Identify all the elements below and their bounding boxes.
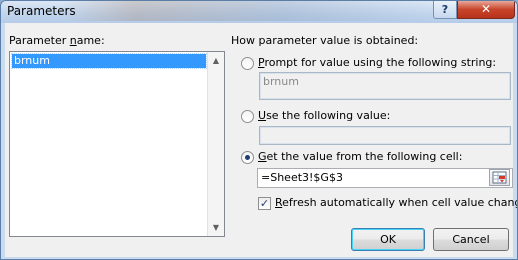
list-item[interactable]: brnum bbox=[11, 53, 207, 69]
title-bar-background bbox=[61, 1, 431, 21]
scroll-up-arrow-icon[interactable]: ▲ bbox=[208, 52, 224, 69]
parameter-list-scrollbar[interactable]: ▲ ▼ bbox=[207, 52, 224, 236]
parameter-list[interactable]: brnum ▲ ▼ bbox=[9, 51, 225, 237]
dialog-body: Parameter name: brnum ▲ ▼ How parameter … bbox=[5, 23, 517, 257]
prompt-string-input[interactable]: brnum bbox=[259, 72, 511, 100]
use-value-input[interactable] bbox=[259, 126, 511, 145]
help-button[interactable]: ? bbox=[433, 1, 457, 19]
refresh-checkbox-label[interactable]: Refresh automatically when cell value ch… bbox=[275, 196, 517, 209]
prompt-radio-label[interactable]: Prompt for value using the following str… bbox=[258, 56, 496, 69]
range-select-button[interactable] bbox=[489, 169, 510, 186]
cell-reference-input[interactable]: =Sheet3!$G$3 bbox=[257, 168, 513, 188]
collapse-dialog-icon bbox=[492, 171, 507, 184]
ok-button[interactable]: OK bbox=[351, 228, 425, 251]
parameter-name-label: Parameter name: bbox=[9, 34, 105, 47]
parameters-dialog: Parameters ? ✕ Parameter name: brnum ▲ ▼… bbox=[0, 0, 518, 260]
value-source-group-label: How parameter value is obtained: bbox=[231, 34, 419, 47]
cancel-button[interactable]: Cancel bbox=[433, 228, 509, 251]
use-value-radio-label[interactable]: Use the following value: bbox=[258, 109, 390, 122]
dialog-title: Parameters bbox=[7, 4, 76, 18]
title-bar[interactable]: Parameters ? ✕ bbox=[1, 1, 517, 23]
cell-radio-label[interactable]: Get the value from the following cell: bbox=[258, 150, 462, 163]
prompt-radio[interactable] bbox=[241, 57, 254, 70]
close-button[interactable]: ✕ bbox=[457, 1, 515, 19]
use-value-radio[interactable] bbox=[241, 110, 254, 123]
cell-radio[interactable] bbox=[241, 151, 254, 164]
refresh-checkbox[interactable]: ✓ bbox=[258, 197, 271, 210]
scroll-down-arrow-icon[interactable]: ▼ bbox=[208, 219, 224, 236]
